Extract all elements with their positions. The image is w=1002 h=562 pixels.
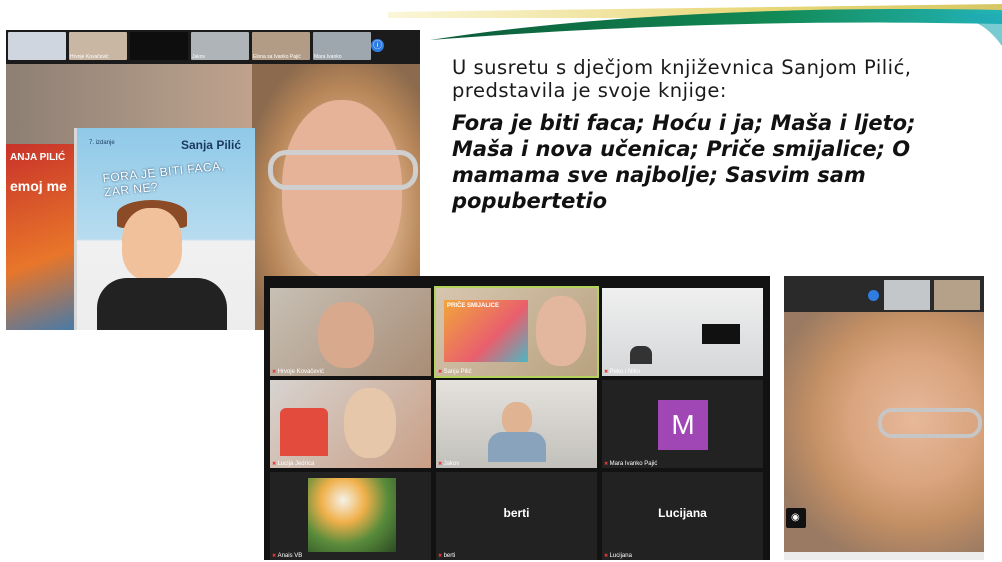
participant-thumb[interactable] <box>8 32 66 60</box>
camera-icon: ◉ <box>791 512 800 523</box>
participant-face <box>344 388 396 458</box>
book-cover: 7. izdanje Sanja Pilić FORA JE BITI FACA… <box>74 128 255 330</box>
avatar: M <box>658 400 708 450</box>
tile-label: Peko i Niko <box>604 369 640 375</box>
participant-name: Mara Ivanko <box>314 54 342 60</box>
camera-button[interactable]: ◉ <box>786 508 806 528</box>
participant-face <box>502 402 532 436</box>
tile-label: Hrvoje Kovačević <box>272 369 324 375</box>
video-tile[interactable]: Anais VB <box>270 472 431 560</box>
tile-label: berti <box>438 553 456 559</box>
video-tile-active-speaker[interactable]: PRIČE SMIJALICE Sanja Pilić <box>434 286 599 378</box>
book-author: Sanja Pilić <box>180 138 241 152</box>
boy-shirt <box>97 278 227 330</box>
tile-label: Anais VB <box>272 553 303 559</box>
intro-line-1: U susretu s dječjom književnica Sanjom P… <box>452 56 912 79</box>
book-title: FORA JE BITI FACA, ZAR NE? <box>101 158 226 200</box>
participant-thumb[interactable] <box>884 280 930 310</box>
slide-text: U susretu s dječjom književnica Sanjom P… <box>452 56 992 214</box>
toy-house <box>280 408 328 456</box>
participant-figure <box>630 346 652 364</box>
video-tile[interactable]: Lucijana Lucijana <box>602 472 763 560</box>
book-cover: PRIČE SMIJALICE <box>444 300 528 362</box>
tv-screen <box>702 324 740 344</box>
participant-display-name: Lucijana <box>658 506 707 520</box>
video-tile[interactable]: Jakov <box>436 380 597 468</box>
titles-line-3: mamama sve najbolje; Sasvim sam <box>452 163 866 187</box>
participant-display-name: berti <box>503 506 530 520</box>
book-edition: 7. izdanje <box>89 140 115 146</box>
speaker-glasses <box>268 150 418 190</box>
taskbar <box>784 552 984 560</box>
video-tile[interactable]: Peko i Niko <box>602 288 763 376</box>
participant-face <box>536 296 586 366</box>
intro-text: U susretu s dječjom književnica Sanjom P… <box>452 56 992 102</box>
tile-label: Sanja Pilić <box>438 369 472 375</box>
titles-line-4: popubertetio <box>452 189 608 213</box>
participant-strip: Hrvoje Kovačević Jakov Elona sa Ivanko P… <box>6 30 420 64</box>
tile-label: Lucijana <box>604 553 632 559</box>
video-tile[interactable]: Lucija Jedrica <box>270 380 431 468</box>
video-call-screenshot-gallery: Hrvoje Kovačević PRIČE SMIJALICE Sanja P… <box>264 276 770 560</box>
speaker-glasses <box>878 408 982 438</box>
participant-name: Hrvoje Kovačević <box>70 54 109 60</box>
participant-shirt <box>488 432 546 462</box>
second-book-title: emoj me <box>10 178 67 194</box>
tile-label: Mara Ivanko Pajić <box>604 461 658 467</box>
participant-thumb[interactable] <box>934 280 980 310</box>
info-icon[interactable]: ⓘ <box>371 39 384 52</box>
participant-strip <box>784 276 984 312</box>
flower-image <box>308 478 396 552</box>
participant-thumb[interactable]: Hrvoje Kovačević <box>69 32 127 60</box>
book-titles: Fora je biti faca; Hoću i ja; Maša i lje… <box>452 110 992 214</box>
intro-line-2: predstavila je svoje knjige: <box>452 79 727 102</box>
participant-thumb[interactable]: Elona sa Ivanko Pajić <box>252 32 310 60</box>
second-book-author: ANJA PILIĆ <box>10 152 66 163</box>
titles-line-1: Fora je biti faca; Hoću i ja; Maša i lje… <box>452 111 916 135</box>
info-icon[interactable] <box>868 290 879 301</box>
video-call-screenshot-phone: ◉ <box>784 276 984 560</box>
tile-label: Lucija Jedrica <box>272 461 315 467</box>
video-tile[interactable]: berti berti <box>436 472 597 560</box>
participant-name: Elona sa Ivanko Pajić <box>253 54 301 60</box>
book-title: PRIČE SMIJALICE <box>447 303 500 309</box>
participant-thumb[interactable]: Jakov <box>191 32 249 60</box>
participant-thumb[interactable]: Mara Ivanko <box>313 32 371 60</box>
video-tile[interactable]: Hrvoje Kovačević <box>270 288 431 376</box>
video-tile[interactable]: M Mara Ivanko Pajić <box>602 380 763 468</box>
speaker-face <box>282 100 402 280</box>
boy-illustration <box>122 208 182 280</box>
titles-line-2: Maša i nova učenica; Priče smijalice; O <box>452 137 911 161</box>
participant-face <box>318 302 374 368</box>
participant-thumb[interactable] <box>130 32 188 60</box>
tile-label: Jakov <box>438 461 460 467</box>
participant-name: Jakov <box>192 54 206 60</box>
